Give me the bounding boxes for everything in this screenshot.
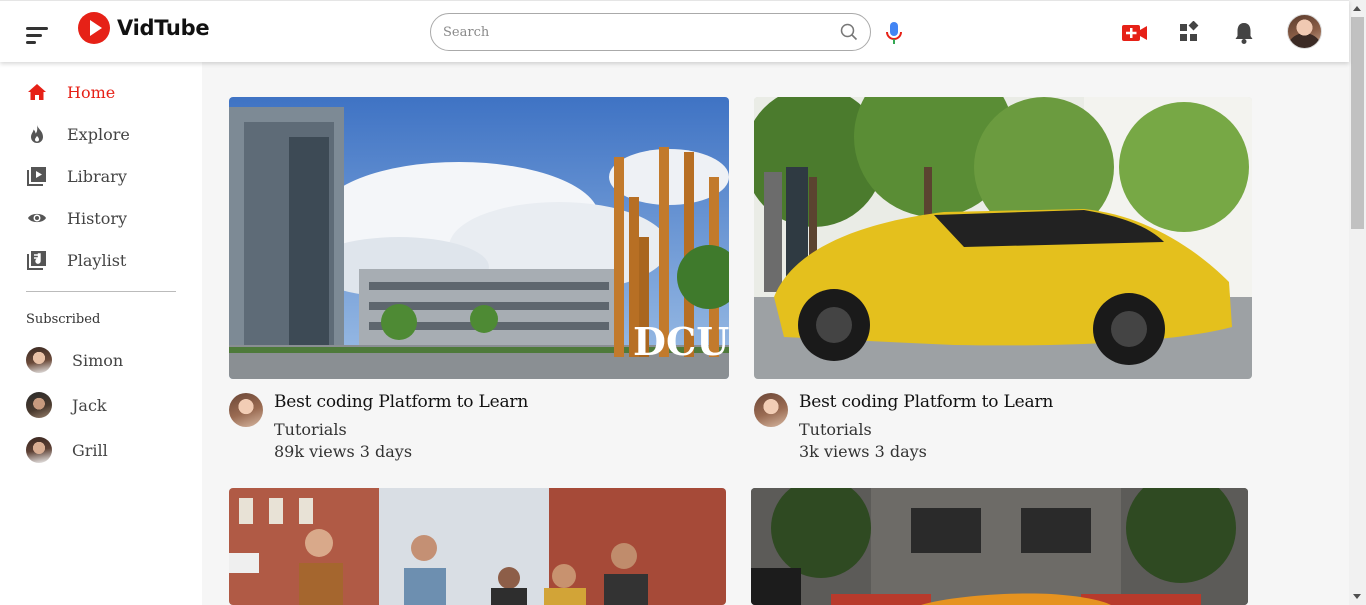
sidebar-item-explore[interactable]: Explore <box>26 120 130 148</box>
menu-icon[interactable] <box>26 27 50 45</box>
subscribed-heading: Subscribed <box>26 312 101 327</box>
home-icon <box>26 81 48 103</box>
top-bar: VidTube <box>0 0 1349 62</box>
video-title[interactable]: Best coding Platform to Learn <box>274 392 528 412</box>
microphone-icon[interactable] <box>884 21 904 45</box>
user-avatar[interactable] <box>1287 14 1322 49</box>
scrollbar-thumb[interactable] <box>1351 17 1364 229</box>
video-card[interactable] <box>751 488 1248 605</box>
search-icon[interactable] <box>840 23 858 41</box>
sidebar-item-label: History <box>67 208 128 228</box>
sidebar-item-label: Home <box>67 82 116 102</box>
play-logo-icon <box>78 12 110 44</box>
create-video-icon[interactable] <box>1122 24 1148 42</box>
video-card[interactable] <box>229 488 726 605</box>
sidebar-item-history[interactable]: History <box>26 204 127 232</box>
apps-icon[interactable] <box>1179 21 1199 43</box>
subscription-label: Simon <box>72 350 124 370</box>
notification-bell-icon[interactable] <box>1234 21 1254 45</box>
video-thumbnail[interactable] <box>229 488 726 605</box>
video-card[interactable]: Best coding Platform to Learn Tutorials … <box>754 97 1252 461</box>
video-thumbnail[interactable]: DCU <box>229 97 729 379</box>
video-thumbnail[interactable] <box>754 97 1252 379</box>
sidebar-item-library[interactable]: Library <box>26 162 127 190</box>
subscription-label: Jack <box>72 395 107 415</box>
channel-avatar[interactable] <box>754 393 788 427</box>
library-icon <box>26 165 48 187</box>
video-card[interactable]: DCU Best coding Platform to Learn Tutori… <box>229 97 729 461</box>
video-meta: 3k views 3 days <box>799 442 927 461</box>
scroll-down-arrow-icon[interactable] <box>1353 594 1361 599</box>
video-info: Best coding Platform to Learn Tutorials … <box>754 379 1252 469</box>
scroll-up-arrow-icon[interactable] <box>1353 6 1361 11</box>
subscription-jack[interactable]: Jack <box>26 392 107 418</box>
sidebar-item-home[interactable]: Home <box>26 78 115 106</box>
logo[interactable]: VidTube <box>78 12 210 44</box>
scrollbar[interactable] <box>1349 0 1366 605</box>
sidebar-item-playlist[interactable]: Playlist <box>26 246 126 274</box>
sidebar: Home Explore Library History Playlist Su… <box>0 62 202 605</box>
sidebar-divider <box>26 291 176 292</box>
video-title[interactable]: Best coding Platform to Learn <box>799 392 1053 412</box>
playlist-icon <box>26 249 48 271</box>
app-name: VidTube <box>117 16 210 40</box>
video-meta: 89k views 3 days <box>274 442 413 461</box>
sidebar-item-label: Library <box>67 166 127 186</box>
sidebar-item-label: Explore <box>67 124 130 144</box>
channel-avatar <box>26 347 52 373</box>
channel-name[interactable]: Tutorials <box>274 420 347 439</box>
sidebar-item-label: Playlist <box>67 250 127 270</box>
subscription-label: Grill <box>72 440 108 460</box>
channel-avatar <box>26 437 52 463</box>
search-input[interactable] <box>431 14 821 50</box>
channel-avatar[interactable] <box>229 393 263 427</box>
subscription-simon[interactable]: Simon <box>26 347 123 373</box>
video-thumbnail[interactable] <box>751 488 1248 605</box>
channel-name[interactable]: Tutorials <box>799 420 872 439</box>
thumbnail-overlay-text: DCU <box>633 319 729 364</box>
search-bar <box>430 13 871 51</box>
channel-avatar <box>26 392 52 418</box>
eye-icon <box>26 207 48 229</box>
subscription-grill[interactable]: Grill <box>26 437 108 463</box>
video-info: Best coding Platform to Learn Tutorials … <box>229 379 729 469</box>
fire-icon <box>26 123 48 145</box>
